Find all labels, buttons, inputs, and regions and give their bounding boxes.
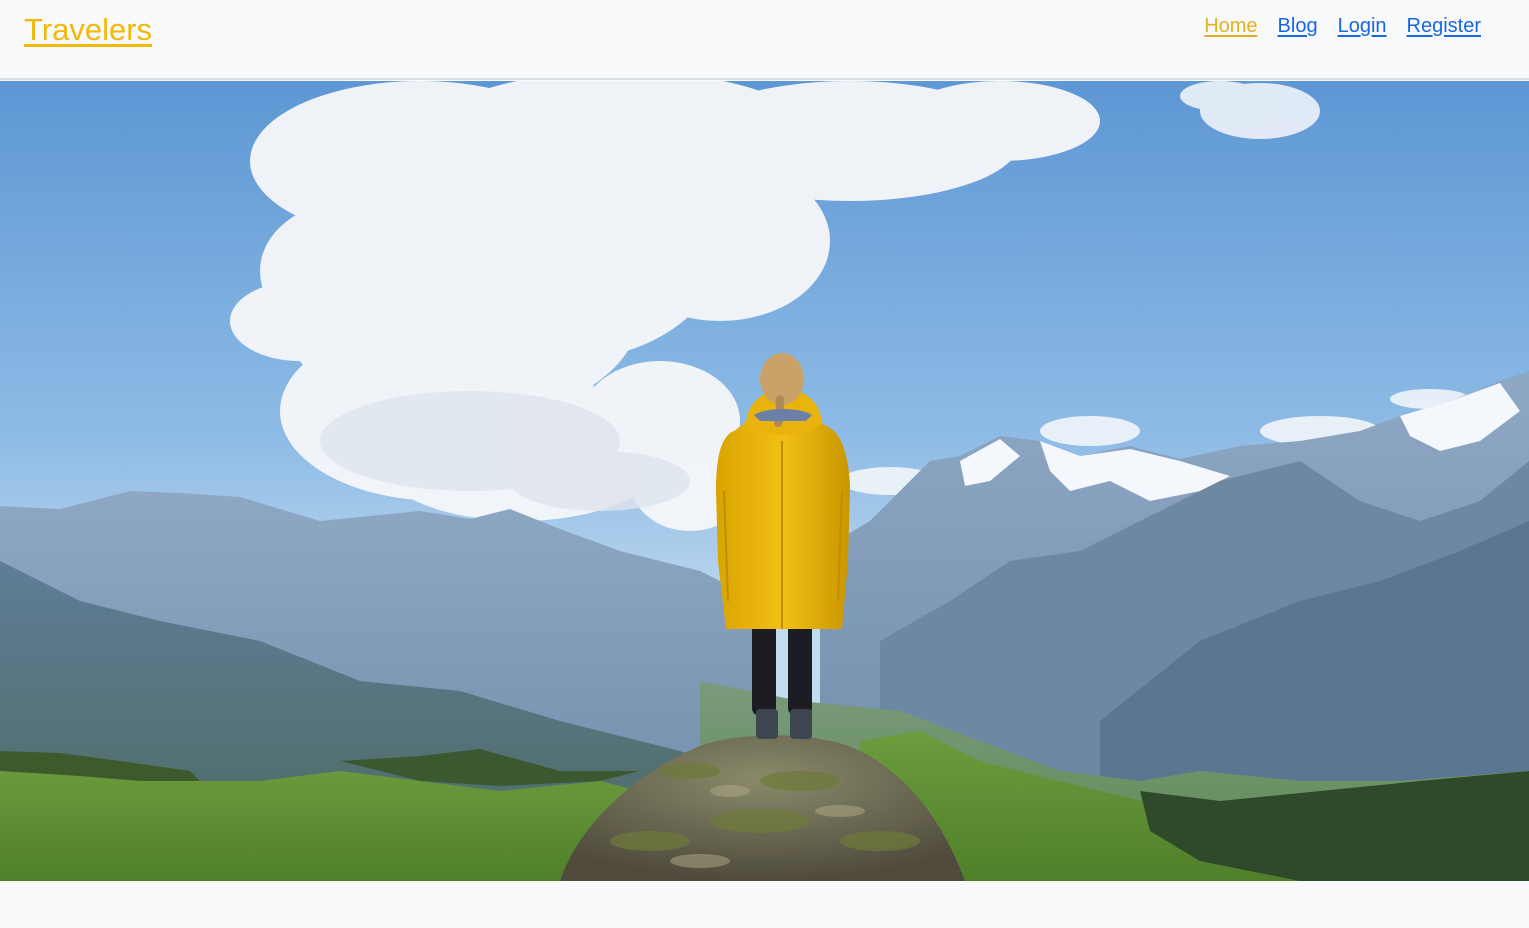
nav-link-home[interactable]: Home <box>1204 15 1257 38</box>
nav-links: Home Blog Login Register <box>1204 15 1481 38</box>
nav-link-blog[interactable]: Blog <box>1278 15 1318 38</box>
nav-link-register[interactable]: Register <box>1407 15 1481 38</box>
brand-logo-link[interactable]: Travelers <box>24 12 152 48</box>
nav-link-login[interactable]: Login <box>1338 15 1387 38</box>
hero-image-illustration <box>0 81 1529 881</box>
navbar: Travelers Home Blog Login Register <box>0 0 1529 80</box>
hero-image <box>0 81 1529 881</box>
